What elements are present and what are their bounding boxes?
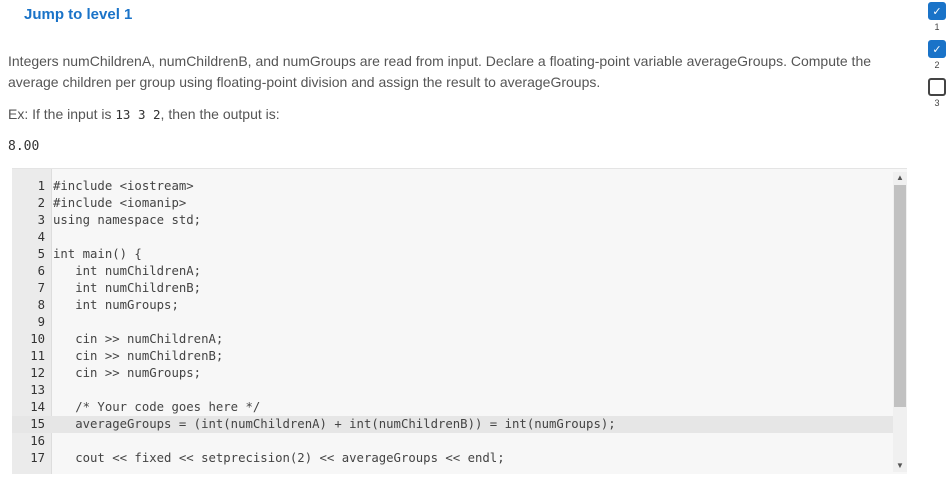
line-number: 7 — [37, 281, 45, 295]
example-text: Ex: If the input is 13 3 2, then the out… — [8, 106, 280, 122]
code-line[interactable]: 5 int main() { — [12, 246, 893, 263]
code-line[interactable]: 11 cin >> numChildrenB; — [12, 348, 893, 365]
code-text[interactable]: int main() { — [53, 246, 142, 263]
level-number: 1 — [934, 22, 940, 32]
line-number: 4 — [37, 230, 45, 244]
line-number: 16 — [30, 434, 45, 448]
code-text[interactable]: averageGroups = (int(numChildrenA) + int… — [53, 416, 615, 433]
level-number: 3 — [934, 98, 940, 108]
line-number: 13 — [30, 383, 45, 397]
code-line[interactable]: 10 cin >> numChildrenA; — [12, 331, 893, 348]
code-text[interactable]: int numGroups; — [53, 297, 179, 314]
line-number: 6 — [37, 264, 45, 278]
code-line[interactable]: 3 using namespace std; — [12, 212, 893, 229]
code-line[interactable]: 6 int numChildrenA; — [12, 263, 893, 280]
line-number: 3 — [37, 213, 45, 227]
code-line[interactable]: 14 /* Your code goes here */ — [12, 399, 893, 416]
level-number: 2 — [934, 60, 940, 70]
code-text[interactable]: cin >> numChildrenA; — [53, 331, 223, 348]
code-line[interactable]: 9 — [12, 314, 893, 331]
line-number: 15 — [30, 417, 45, 431]
example-output: 8.00 — [8, 139, 40, 154]
line-number: 11 — [30, 349, 45, 363]
code-line[interactable]: 8 int numGroups; — [12, 297, 893, 314]
code-text[interactable]: cin >> numGroups; — [53, 365, 201, 382]
line-number: 12 — [30, 366, 45, 380]
code-text[interactable]: using namespace std; — [53, 212, 201, 229]
code-line[interactable]: 13 — [12, 382, 893, 399]
checkmark-icon: ✓ — [928, 2, 946, 20]
line-number: 2 — [37, 196, 45, 210]
code-text[interactable]: cin >> numChildrenB; — [53, 348, 223, 365]
level-indicator[interactable]: ✓ 1 — [927, 2, 947, 32]
code-text[interactable]: cout << fixed << setprecision(2) << aver… — [53, 450, 504, 467]
line-number: 17 — [30, 451, 45, 465]
editor-scrollbar[interactable]: ▲ ▼ — [893, 172, 907, 472]
code-line[interactable]: 12 cin >> numGroups; — [12, 365, 893, 382]
code-editor[interactable]: 1 #include <iostream> 2 #include <iomanip> 3… — [12, 168, 907, 474]
level-indicator[interactable]: 3 — [927, 78, 947, 108]
line-number: 8 — [37, 298, 45, 312]
code-line[interactable]: 7 int numChildrenB; — [12, 280, 893, 297]
code-text[interactable]: int numChildrenA; — [53, 263, 201, 280]
empty-box-icon — [928, 78, 946, 96]
example-suffix: , then the output is: — [160, 106, 280, 122]
code-line[interactable]: 17 cout << fixed << setprecision(2) << a… — [12, 450, 893, 467]
line-number: 14 — [30, 400, 45, 414]
code-text[interactable]: /* Your code goes here */ — [53, 399, 260, 416]
level-indicator[interactable]: ✓ 2 — [927, 40, 947, 70]
line-number: 1 — [37, 179, 45, 193]
example-prefix: Ex: If the input is — [8, 106, 116, 122]
line-number: 5 — [37, 247, 45, 261]
code-line[interactable]: 16 — [12, 433, 893, 450]
code-line[interactable]: 15 averageGroups = (int(numChildrenA) + … — [12, 416, 893, 433]
code-text[interactable]: #include <iomanip> — [53, 195, 186, 212]
example-input: 13 3 2 — [115, 107, 161, 122]
line-number: 9 — [37, 315, 45, 329]
scroll-up-arrow-icon[interactable]: ▲ — [893, 172, 907, 184]
problem-description: Integers numChildrenA, numChildrenB, and… — [8, 53, 872, 90]
scroll-down-arrow-icon[interactable]: ▼ — [893, 460, 907, 472]
code-line[interactable]: 1 #include <iostream> — [12, 178, 893, 195]
code-text[interactable]: int numChildrenB; — [53, 280, 201, 297]
jump-to-level-link[interactable]: Jump to level 1 — [24, 6, 132, 23]
code-line[interactable]: 2 #include <iomanip> — [12, 195, 893, 212]
checkmark-icon: ✓ — [928, 40, 946, 58]
line-number: 10 — [30, 332, 45, 346]
code-line[interactable]: 4 — [12, 229, 893, 246]
scrollbar-thumb[interactable] — [894, 185, 906, 407]
code-text[interactable]: #include <iostream> — [53, 178, 194, 195]
